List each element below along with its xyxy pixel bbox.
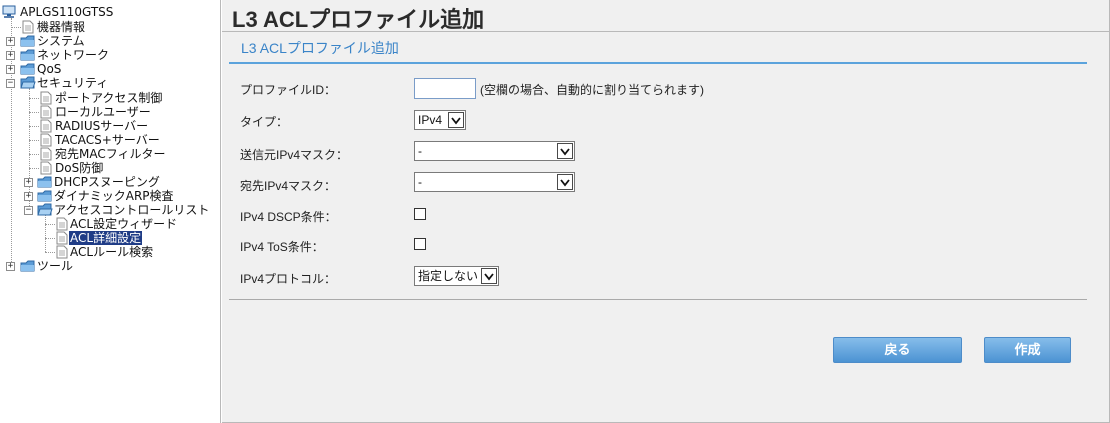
profile-id-label: プロファイルID： [240,83,337,97]
profile-id-hint: (空欄の場合、自動的に割り当てられます) [480,83,704,97]
tree-item-label: ダイナミックARP検査 [54,189,174,203]
chevron-down-icon [557,143,573,159]
src-mask-select[interactable]: - [414,141,575,161]
form-divider [229,299,1087,300]
tree-item-label: QoS [37,62,62,76]
page-title: L3 ACLプロファイル追加 [232,7,485,32]
tree-item-label: セキュリティ [37,76,109,90]
folder-icon [37,189,53,203]
page-icon [38,147,54,161]
content-panel: L3 ACLプロファイル追加 L3 ACLプロファイル追加 プロファイルID： … [222,0,1110,423]
page-icon [38,91,54,105]
type-select-value: IPv4 [418,113,443,127]
expand-icon[interactable]: + [24,178,33,187]
tree-root-label: APLGS110GTSS [20,5,114,19]
folder-icon [20,48,36,62]
chevron-down-icon [481,268,497,284]
protocol-select[interactable]: 指定しない [414,266,499,286]
folder-open-icon [37,203,53,217]
back-button[interactable]: 戻る [833,337,962,363]
tree-item-label: システム [37,34,85,48]
tree-item-label: ACLルール検索 [70,245,154,259]
tree-item-label: RADIUSサーバー [55,119,149,133]
dscp-label: IPv4 DSCP条件： [240,210,337,224]
page-icon [38,105,54,119]
type-label: タイプ： [240,115,289,129]
protocol-label: IPv4プロトコル： [240,272,337,286]
tree-item-label: ツール [37,259,74,273]
chevron-down-icon [557,174,573,190]
protocol-value: 指定しない [418,269,479,283]
src-mask-value: - [418,144,422,158]
create-button[interactable]: 作成 [984,337,1071,363]
page-icon [38,133,54,147]
expand-icon[interactable]: + [6,37,15,46]
tree-item-label: アクセスコントロールリスト [54,203,210,217]
navigation-tree: APLGS110GTSS 機器情報 + システム + ネットワーク + QoS … [0,0,221,423]
dst-mask-label: 宛先IPv4マスク： [240,179,337,193]
collapse-icon[interactable]: − [24,206,33,215]
tree-item-label: ネットワーク [37,48,110,62]
tree-item-label-selected: ACL詳細設定 [69,231,143,245]
folder-icon [37,175,53,189]
tree-item-label: DoS防御 [55,161,104,175]
tos-label: IPv4 ToS条件： [240,240,324,254]
tree-item-label: ポートアクセス制御 [55,91,163,105]
expand-icon[interactable]: + [6,51,15,60]
section-title: L3 ACLプロファイル追加 [241,40,399,56]
dscp-checkbox[interactable] [414,208,426,220]
expand-icon[interactable]: + [6,65,15,74]
src-mask-label: 送信元IPv4マスク： [240,148,349,162]
page-icon [54,245,70,259]
tree-item-label: 機器情報 [37,20,86,34]
tree-item-label: 宛先MACフィルター [55,147,166,161]
folder-icon [20,62,36,76]
tree-item-label: DHCPスヌーピング [54,175,160,189]
page-icon [54,217,70,231]
tree-item-label: ACL設定ウィザード [70,217,178,231]
collapse-icon[interactable]: − [6,79,15,88]
tree-item-label: ローカルユーザー [55,105,151,119]
computer-icon [2,5,18,19]
folder-icon [20,34,36,48]
expand-icon[interactable]: + [6,262,15,271]
tos-checkbox[interactable] [414,238,426,250]
dst-mask-select[interactable]: - [414,172,575,192]
page-icon [38,161,54,175]
section-divider [229,62,1087,64]
expand-icon[interactable]: + [24,192,33,201]
folder-icon [20,259,36,273]
page-icon [20,20,36,34]
tree-item-label: TACACS+サーバー [55,133,160,147]
profile-id-input[interactable] [414,78,476,99]
type-select[interactable]: IPv4 [414,110,466,130]
dst-mask-value: - [418,175,422,189]
divider [222,31,1109,32]
page-icon [38,119,54,133]
page-icon [54,231,70,245]
chevron-down-icon [448,112,464,128]
folder-open-icon [20,76,36,90]
